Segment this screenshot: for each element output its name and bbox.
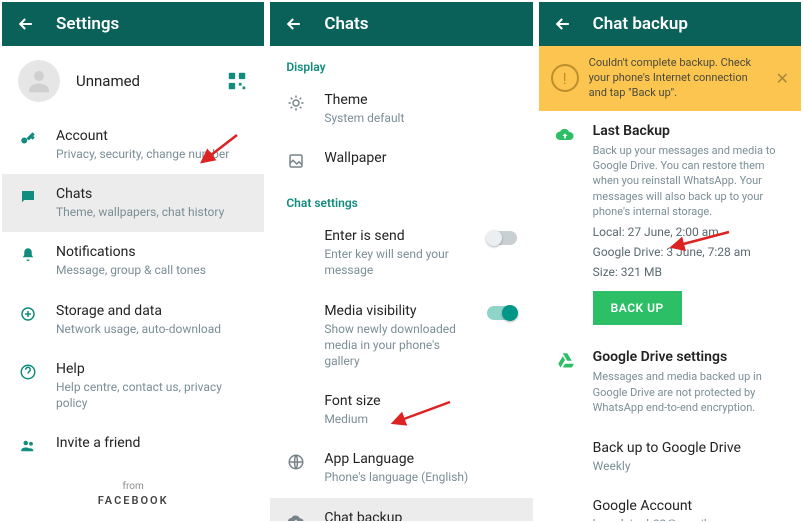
appbar: Settings — [2, 2, 264, 46]
data-icon — [18, 303, 38, 323]
theme-icon — [286, 92, 306, 112]
people-icon — [18, 435, 38, 455]
footer: from FACEBOOK — [2, 467, 264, 521]
lang-row[interactable]: App LanguagePhone's language (English) — [270, 439, 532, 497]
section-chatset: Chat settings — [270, 182, 532, 216]
enter-send-row[interactable]: Enter is sendEnter key will send your me… — [270, 216, 532, 290]
cloud-up-icon — [555, 123, 575, 145]
chats-row[interactable]: ChatsTheme, wallpapers, chat history — [2, 174, 264, 232]
backup-freq-row[interactable]: Back up to Google DriveWeekly — [539, 428, 801, 486]
warning-banner: ! Couldn't complete backup. Check your p… — [539, 46, 801, 111]
backup-panel: Chat backup ! Couldn't complete backup. … — [539, 2, 801, 521]
invite-row[interactable]: Invite a friend — [2, 423, 264, 467]
account-row[interactable]: AccountPrivacy, security, change number — [2, 116, 264, 174]
drive-icon — [555, 349, 575, 369]
avatar — [18, 60, 60, 102]
globe-icon — [286, 451, 306, 471]
alert-icon: ! — [551, 64, 579, 92]
font-row[interactable]: Font sizeMedium — [270, 381, 532, 439]
backup-button[interactable]: BACK UP — [593, 291, 682, 325]
chats-panel: Chats Display ThemeSystem default Wallpa… — [270, 2, 532, 521]
close-icon[interactable]: ✕ — [776, 69, 789, 88]
chat-backup-row[interactable]: Chat backup — [270, 498, 532, 522]
help-icon — [18, 361, 38, 381]
cloud-up-icon — [286, 510, 306, 522]
appbar: Chats — [270, 2, 532, 46]
profile-row[interactable]: Unnamed — [2, 46, 264, 116]
back-icon[interactable] — [16, 14, 36, 34]
google-account-row[interactable]: Google Accountkawalsingh02@gmail.com — [539, 486, 801, 521]
wallpaper-icon — [286, 150, 306, 170]
media-vis-row[interactable]: Media visibilityShow newly downloaded me… — [270, 291, 532, 382]
appbar: Chat backup — [539, 2, 801, 46]
qr-icon[interactable] — [226, 70, 248, 92]
theme-row[interactable]: ThemeSystem default — [270, 80, 532, 138]
key-icon — [18, 128, 38, 148]
page-title: Settings — [56, 14, 119, 34]
enter-send-toggle[interactable] — [487, 231, 517, 245]
back-icon[interactable] — [553, 14, 573, 34]
help-row[interactable]: HelpHelp centre, contact us, privacy pol… — [2, 349, 264, 423]
media-vis-toggle[interactable] — [487, 306, 517, 320]
bell-icon — [18, 244, 38, 264]
gdrive-settings-section: Google Drive settings Messages and media… — [539, 337, 801, 427]
profile-name: Unnamed — [76, 72, 210, 90]
page-title: Chat backup — [593, 14, 688, 34]
section-display: Display — [270, 46, 532, 80]
settings-panel: Settings Unnamed AccountPrivacy, securit… — [2, 2, 264, 521]
wallpaper-row[interactable]: Wallpaper — [270, 138, 532, 182]
storage-row[interactable]: Storage and dataNetwork usage, auto-down… — [2, 291, 264, 349]
chat-icon — [18, 186, 38, 206]
notifications-row[interactable]: NotificationsMessage, group & call tones — [2, 232, 264, 290]
back-icon[interactable] — [284, 14, 304, 34]
last-backup-section: Last Backup Back up your messages and me… — [539, 111, 801, 338]
page-title: Chats — [324, 14, 368, 34]
